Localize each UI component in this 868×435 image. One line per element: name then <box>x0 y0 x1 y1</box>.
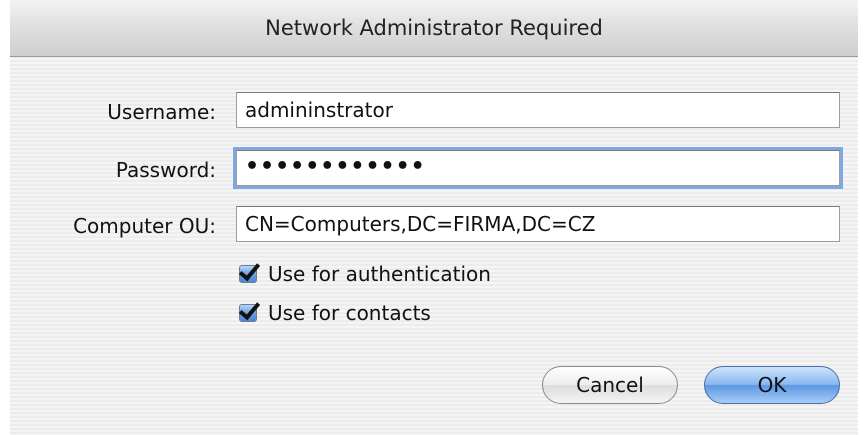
ok-button[interactable]: OK <box>704 366 840 404</box>
contacts-checkbox[interactable] <box>239 304 257 322</box>
computer-ou-label: Computer OU: <box>73 214 216 238</box>
authentication-checkbox[interactable] <box>239 265 257 283</box>
computer-ou-field[interactable]: CN=Computers,DC=FIRMA,DC=CZ <box>236 206 840 242</box>
contacts-checkbox-label[interactable]: Use for contacts <box>268 301 431 325</box>
cancel-button[interactable]: Cancel <box>542 366 678 404</box>
use-for-contacts-option[interactable]: Use for contacts <box>239 299 431 327</box>
password-field[interactable]: •••••••••••• <box>233 147 843 189</box>
dialog-window: Network Administrator Required Username:… <box>10 0 858 435</box>
authentication-checkbox-label[interactable]: Use for authentication <box>268 262 491 286</box>
use-for-authentication-option[interactable]: Use for authentication <box>239 260 491 288</box>
password-label: Password: <box>115 158 216 182</box>
username-field[interactable]: admininstrator <box>236 92 840 128</box>
window-title: Network Administrator Required <box>10 0 858 57</box>
username-label: Username: <box>107 100 216 124</box>
